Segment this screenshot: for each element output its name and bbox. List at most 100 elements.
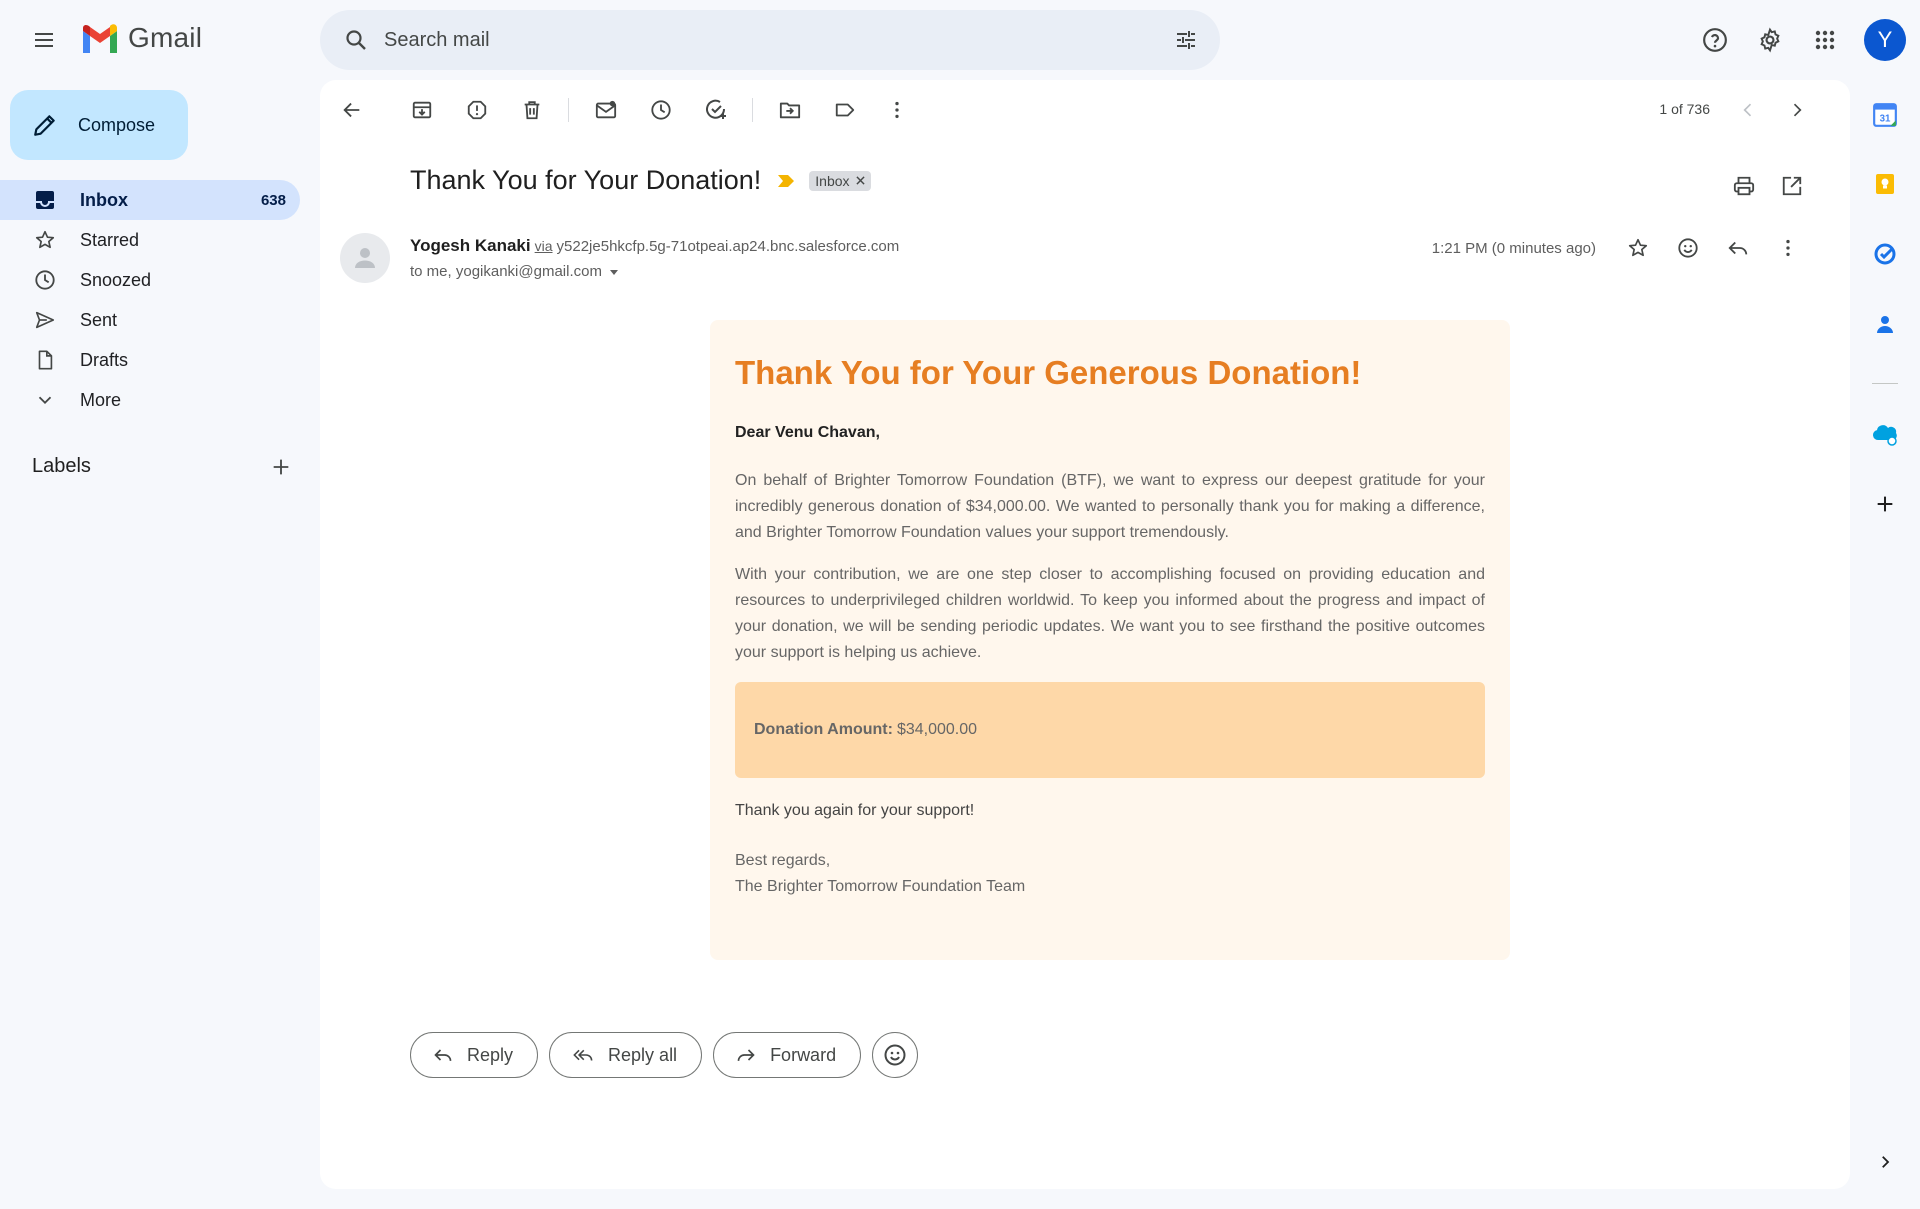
print-button[interactable] — [1726, 168, 1762, 204]
archive-button[interactable] — [404, 92, 440, 128]
forward-icon — [737, 1049, 755, 1061]
reply-actions: Reply Reply all Forward — [410, 1032, 919, 1078]
back-button[interactable] — [334, 92, 370, 128]
side-panel-divider — [1872, 383, 1898, 384]
mark-unread-button[interactable] — [588, 92, 624, 128]
sender-name[interactable]: Yogesh Kanaki — [410, 236, 531, 256]
main-menu-button[interactable] — [20, 16, 68, 64]
labels-button[interactable] — [827, 92, 863, 128]
message-time: 1:21 PM (0 minutes ago) — [1431, 239, 1596, 257]
reply-button[interactable]: Reply — [410, 1032, 539, 1078]
emoji-icon — [1678, 238, 1698, 258]
move-to-button[interactable] — [772, 92, 808, 128]
reply-quick-button[interactable] — [1720, 230, 1756, 266]
regards-line: Best regards, — [735, 852, 831, 869]
sidebar-item-sent[interactable]: Sent — [0, 300, 300, 340]
create-label-button[interactable] — [270, 456, 292, 478]
sidebar-item-label: Drafts — [80, 349, 129, 370]
folder-move-icon — [779, 102, 801, 119]
sidebar-item-drafts[interactable]: Drafts — [0, 340, 300, 380]
body-heading: Thank You for Your Generous Donation! — [735, 354, 1362, 391]
more-actions-button[interactable] — [879, 92, 915, 128]
inbox-icon — [32, 187, 58, 213]
report-spam-button[interactable] — [459, 92, 495, 128]
email-view-panel: 1 of 736 Thank You for Your Donation! In… — [320, 80, 1850, 1189]
subject-actions — [1726, 168, 1810, 204]
sidebar-item-snoozed[interactable]: Snoozed — [0, 260, 300, 300]
apps-button[interactable] — [1801, 16, 1849, 64]
star-icon — [1628, 238, 1648, 257]
star-icon — [32, 227, 58, 253]
via-link[interactable]: via — [535, 238, 553, 254]
open-new-window-button[interactable] — [1774, 168, 1810, 204]
calendar-icon: 31 — [1873, 103, 1897, 127]
sidebar-item-inbox[interactable]: Inbox 638 — [0, 180, 300, 220]
older-button[interactable] — [1779, 92, 1815, 128]
search-icon[interactable] — [336, 20, 376, 60]
signature-line: The Brighter Tomorrow Foundation Team — [735, 878, 1026, 895]
emoji-reaction-button[interactable] — [872, 1032, 919, 1078]
salesforce-cloud-icon — [1872, 425, 1897, 446]
sender-line: Yogesh Kanaki via y522je5hkcfp.5g-71otpe… — [410, 236, 899, 256]
calendar-app-button[interactable]: 31 — [1865, 95, 1905, 135]
draft-icon — [32, 347, 58, 373]
person-icon — [355, 248, 375, 268]
forward-button[interactable]: Forward — [713, 1032, 862, 1078]
caret-down-icon[interactable] — [608, 266, 620, 278]
add-reaction-button[interactable] — [1670, 230, 1706, 266]
get-addons-button[interactable] — [1865, 484, 1905, 524]
sidebar-item-label: More — [80, 389, 122, 410]
compose-label: Compose — [78, 114, 156, 135]
amount-value: $34,000.00 — [896, 721, 978, 738]
sidebar-item-more[interactable]: More — [0, 380, 300, 420]
add-to-tasks-button[interactable] — [698, 92, 734, 128]
contacts-app-button[interactable] — [1865, 304, 1905, 344]
tasks-icon — [1874, 243, 1896, 265]
reply-icon — [434, 1049, 452, 1061]
hamburger-icon — [35, 33, 53, 47]
compose-button[interactable]: Compose — [10, 90, 188, 160]
help-button[interactable] — [1691, 16, 1739, 64]
sidebar-item-starred[interactable]: Starred — [0, 220, 300, 260]
sender-avatar[interactable] — [340, 233, 390, 283]
search-input[interactable]: Search mail — [384, 29, 1166, 52]
report-icon — [467, 100, 487, 120]
delete-button[interactable] — [514, 92, 550, 128]
tasks-app-button[interactable] — [1865, 234, 1905, 274]
chevron-right-icon — [1793, 103, 1802, 117]
add-task-icon — [706, 99, 726, 119]
importance-marker-icon[interactable] — [777, 174, 795, 188]
recipients: to me, yogikanki@gmail.com — [410, 263, 602, 280]
send-icon — [32, 307, 58, 333]
recipient-line[interactable]: to me, yogikanki@gmail.com — [410, 263, 620, 280]
apps-grid-icon — [1815, 30, 1835, 50]
arrow-left-icon — [343, 102, 360, 118]
message-more-button[interactable] — [1770, 230, 1806, 266]
newer-button[interactable] — [1730, 92, 1766, 128]
more-vertical-icon — [895, 101, 899, 119]
greeting: Dear Venu Chavan, — [735, 424, 880, 441]
archive-icon — [412, 101, 432, 119]
reply-all-icon — [573, 1049, 593, 1061]
snooze-button[interactable] — [643, 92, 679, 128]
sidebar-nav: Inbox 638 Starred Snoozed Sent Drafts Mo… — [0, 180, 300, 420]
closing-thanks: Thank you again for your support! — [735, 802, 975, 819]
search-options-icon[interactable] — [1166, 20, 1206, 60]
reply-all-button[interactable]: Reply all — [549, 1032, 703, 1078]
search-bar[interactable]: Search mail — [320, 10, 1220, 70]
show-side-panel-button[interactable] — [1865, 1142, 1905, 1182]
toolbar-divider — [568, 98, 569, 122]
keep-app-button[interactable] — [1865, 164, 1905, 204]
forward-label: Forward — [770, 1044, 837, 1065]
star-button[interactable] — [1620, 230, 1656, 266]
app-name: Gmail — [128, 22, 203, 53]
plus-icon — [1877, 496, 1893, 512]
gmail-logo[interactable]: Gmail — [80, 22, 202, 54]
remove-label-icon[interactable] — [855, 176, 865, 185]
chevron-right-icon — [1882, 1156, 1890, 1168]
salesforce-addon-button[interactable] — [1865, 414, 1905, 454]
labels-title: Labels — [32, 455, 91, 477]
settings-button[interactable] — [1746, 16, 1794, 64]
label-chip-text: Inbox — [815, 172, 850, 189]
account-avatar[interactable]: Y — [1864, 19, 1906, 61]
